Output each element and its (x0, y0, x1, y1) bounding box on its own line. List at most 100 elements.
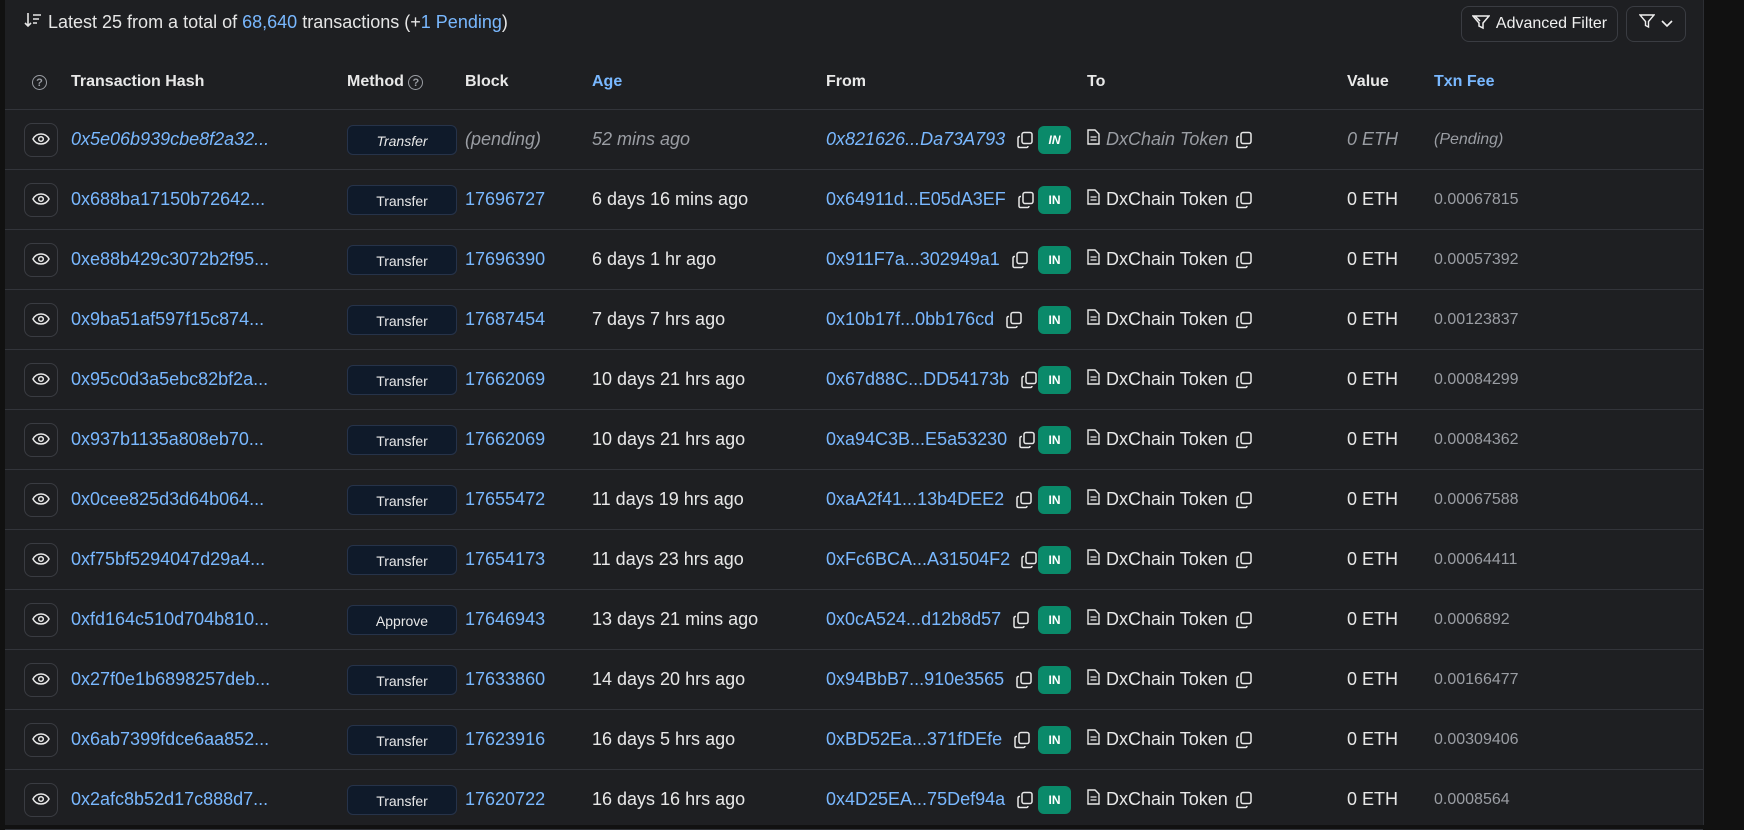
view-details-button[interactable] (24, 242, 58, 277)
pending-count[interactable]: 1 (421, 12, 431, 33)
from-address-link[interactable]: 0x10b17f...0bb176cd (826, 309, 994, 330)
copy-icon[interactable] (1015, 790, 1035, 810)
block-link[interactable]: 17687454 (465, 289, 592, 350)
block-link[interactable]: 17655472 (465, 469, 592, 530)
from-address-link[interactable]: 0x0cA524...d12b8d57 (826, 609, 1001, 630)
to-contract-link[interactable]: DxChain Token (1106, 729, 1228, 750)
to-contract-link[interactable]: DxChain Token (1106, 369, 1228, 390)
tx-hash-link[interactable]: 0xe88b429c3072b2f95... (71, 229, 347, 290)
tx-hash-link[interactable]: 0x688ba17150b72642... (71, 169, 347, 230)
to-contract-link[interactable]: DxChain Token (1106, 489, 1228, 510)
column-header-age[interactable]: Age (592, 54, 826, 110)
view-details-button[interactable] (24, 362, 58, 397)
help-circle-icon[interactable]: ? (408, 75, 424, 90)
copy-icon[interactable] (1234, 490, 1254, 510)
block-link[interactable]: (pending) (465, 109, 592, 170)
help-circle-icon[interactable]: ? (32, 75, 47, 90)
copy-icon[interactable] (1016, 190, 1036, 210)
tx-hash-link[interactable]: 0x937b1135a808eb70... (71, 409, 347, 470)
to-contract-link[interactable]: DxChain Token (1106, 249, 1228, 270)
summary-total[interactable]: 68,640 (242, 12, 297, 33)
copy-icon[interactable] (1234, 670, 1254, 690)
block-link[interactable]: 17623916 (465, 709, 592, 770)
tx-hash-link[interactable]: 0xfd164c510d704b810... (71, 589, 347, 650)
view-details-button[interactable] (24, 182, 58, 217)
copy-icon[interactable] (1014, 670, 1034, 690)
copy-icon[interactable] (1234, 130, 1254, 150)
fee-text: 0.00057392 (1434, 229, 1703, 290)
from-address-link[interactable]: 0x64911d...E05dA3EF (826, 189, 1006, 210)
filter-dropdown-button[interactable] (1626, 6, 1686, 42)
copy-icon[interactable] (1015, 130, 1035, 150)
pending-link[interactable]: Pending (436, 12, 502, 33)
tx-hash-link[interactable]: 0x2afc8b52d17c888d7... (71, 769, 347, 830)
from-address-link[interactable]: 0xBD52Ea...371fDEfe (826, 729, 1002, 750)
from-address-link[interactable]: 0xaA2f41...13b4DEE2 (826, 489, 1004, 510)
copy-icon[interactable] (1234, 610, 1254, 630)
copy-icon[interactable] (1234, 730, 1254, 750)
column-header-fee[interactable]: Txn Fee (1434, 54, 1703, 110)
copy-icon[interactable] (1234, 190, 1254, 210)
tx-hash-link[interactable]: 0x6ab7399fdce6aa852... (71, 709, 347, 770)
copy-icon[interactable] (1017, 430, 1037, 450)
to-contract-link[interactable]: DxChain Token (1106, 429, 1228, 450)
view-details-button[interactable] (24, 542, 58, 577)
view-details-button[interactable] (24, 122, 58, 157)
from-address-link[interactable]: 0x821626...Da73A793 (826, 129, 1005, 150)
copy-icon[interactable] (1014, 490, 1034, 510)
view-details-button[interactable] (24, 482, 58, 517)
from-address-link[interactable]: 0x911F7a...302949a1 (826, 249, 1000, 270)
block-link[interactable]: 17662069 (465, 349, 592, 410)
copy-icon[interactable] (1020, 550, 1038, 570)
tx-hash-link[interactable]: 0xf75bf5294047d29a4... (71, 529, 347, 590)
copy-icon[interactable] (1234, 370, 1254, 390)
sort-descending-icon[interactable] (24, 12, 44, 33)
tx-hash-link[interactable]: 0x5e06b939cbe8f2a32... (71, 109, 347, 170)
block-link[interactable]: 17662069 (465, 409, 592, 470)
view-details-button[interactable] (24, 302, 58, 337)
from-address-link[interactable]: 0x94BbB7...910e3565 (826, 669, 1004, 690)
copy-icon[interactable] (1004, 310, 1024, 330)
block-link[interactable]: 17646943 (465, 589, 592, 650)
view-details-button[interactable] (24, 782, 58, 817)
to-contract-link[interactable]: DxChain Token (1106, 549, 1228, 570)
from-address-link[interactable]: 0x4D25EA...75Def94a (826, 789, 1005, 810)
tx-hash-link[interactable]: 0x27f0e1b6898257deb... (71, 649, 347, 710)
copy-icon[interactable] (1011, 610, 1031, 630)
to-contract-link[interactable]: DxChain Token (1106, 309, 1228, 330)
to-contract-link[interactable]: DxChain Token (1106, 789, 1228, 810)
copy-icon[interactable] (1234, 310, 1254, 330)
to-contract-link[interactable]: DxChain Token (1106, 669, 1228, 690)
block-link[interactable]: 17620722 (465, 769, 592, 830)
copy-icon[interactable] (1234, 550, 1254, 570)
view-details-button[interactable] (24, 602, 58, 637)
age-text: 11 days 23 hrs ago (592, 529, 826, 590)
block-link[interactable]: 17696390 (465, 229, 592, 290)
copy-icon[interactable] (1019, 370, 1038, 390)
copy-icon[interactable] (1010, 250, 1030, 270)
block-link[interactable]: 17633860 (465, 649, 592, 710)
fee-text: 0.00067815 (1434, 169, 1703, 230)
to-contract-link[interactable]: DxChain Token (1106, 609, 1228, 630)
view-details-button[interactable] (24, 722, 58, 757)
block-link[interactable]: 17654173 (465, 529, 592, 590)
to-contract-link[interactable]: DxChain Token (1106, 129, 1228, 150)
tx-hash-link[interactable]: 0x0cee825d3d64b064... (71, 469, 347, 530)
direction-badge: IN (1038, 605, 1071, 634)
method-cell: Transfer (347, 229, 465, 290)
view-details-button[interactable] (24, 662, 58, 697)
copy-icon[interactable] (1234, 790, 1254, 810)
copy-icon[interactable] (1012, 730, 1032, 750)
from-address-link[interactable]: 0xa94C3B...E5a53230 (826, 429, 1007, 450)
document-icon (1087, 789, 1100, 810)
block-link[interactable]: 17696727 (465, 169, 592, 230)
tx-hash-link[interactable]: 0x95c0d3a5ebc82bf2a... (71, 349, 347, 410)
copy-icon[interactable] (1234, 430, 1254, 450)
from-address-link[interactable]: 0x67d88C...DD54173b (826, 369, 1009, 390)
to-contract-link[interactable]: DxChain Token (1106, 189, 1228, 210)
tx-hash-link[interactable]: 0x9ba51af597f15c874... (71, 289, 347, 350)
view-details-button[interactable] (24, 422, 58, 457)
from-address-link[interactable]: 0xFc6BCA...A31504F2 (826, 549, 1010, 570)
advanced-filter-button[interactable]: Advanced Filter (1461, 6, 1618, 42)
copy-icon[interactable] (1234, 250, 1254, 270)
